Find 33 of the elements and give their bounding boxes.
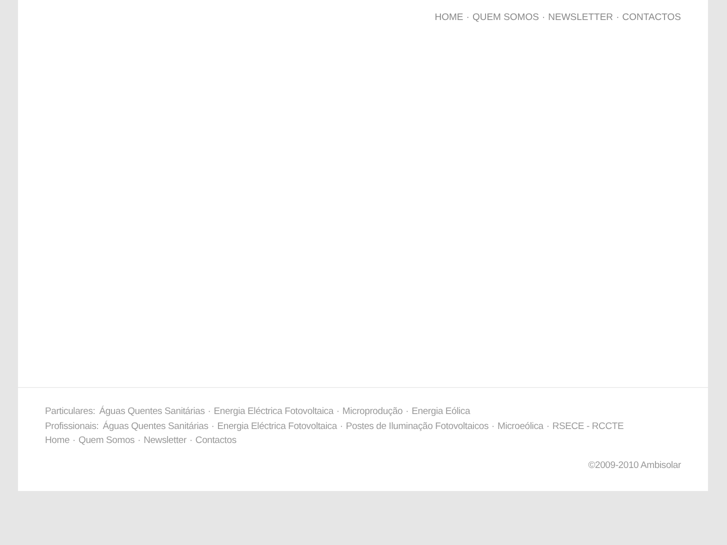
nav-link[interactable]: Energia Eléctrica Fotovoltaica	[214, 405, 334, 420]
separator-dot: ·	[138, 434, 141, 448]
separator-dot: ·	[466, 10, 470, 25]
separator-dot: ·	[616, 10, 620, 25]
nav-link[interactable]: Águas Quentes Sanitárias	[102, 420, 208, 434]
nav-link[interactable]: CONTACTOS	[622, 10, 681, 26]
category-label: Particulares:	[45, 405, 96, 420]
nav-link[interactable]: Energia Eléctrica Fotovoltaica	[217, 420, 337, 434]
separator-dot: ·	[492, 420, 494, 434]
nav-link[interactable]: HOME	[434, 10, 464, 26]
separator-dot: ·	[542, 10, 546, 25]
nav-link[interactable]: Postes de Iluminação Fotovoltaicos	[346, 420, 489, 434]
nav-link[interactable]: Newsletter	[144, 434, 186, 448]
nav-link[interactable]: Microprodução	[342, 405, 403, 420]
separator-dot: ·	[189, 434, 192, 448]
nav-link[interactable]: Home	[45, 434, 70, 448]
separator-dot: ·	[72, 434, 76, 448]
nav-link[interactable]: RSECE - RCCTE	[552, 420, 624, 434]
nav-link[interactable]: Contactos	[195, 434, 236, 448]
copyright-text: ©2009-2010 Ambisolar	[588, 458, 681, 472]
separator-dot: ·	[336, 405, 340, 420]
separator-dot: ·	[208, 405, 211, 420]
separator-dot: ·	[211, 420, 214, 434]
nav-link[interactable]: Águas Quentes Sanitárias	[99, 405, 205, 420]
nav-link[interactable]: Microeólica	[498, 420, 544, 434]
nav-link[interactable]: QUEM SOMOS	[472, 10, 539, 26]
separator-dot: ·	[546, 420, 550, 434]
nav-link[interactable]: NEWSLETTER	[548, 10, 614, 26]
nav-link[interactable]: Energia Eólica	[412, 405, 470, 420]
separator-dot: ·	[340, 420, 343, 434]
nav-link[interactable]: Quem Somos	[78, 434, 135, 448]
category-label: Profissionais:	[45, 420, 99, 434]
separator-dot: ·	[406, 405, 409, 420]
